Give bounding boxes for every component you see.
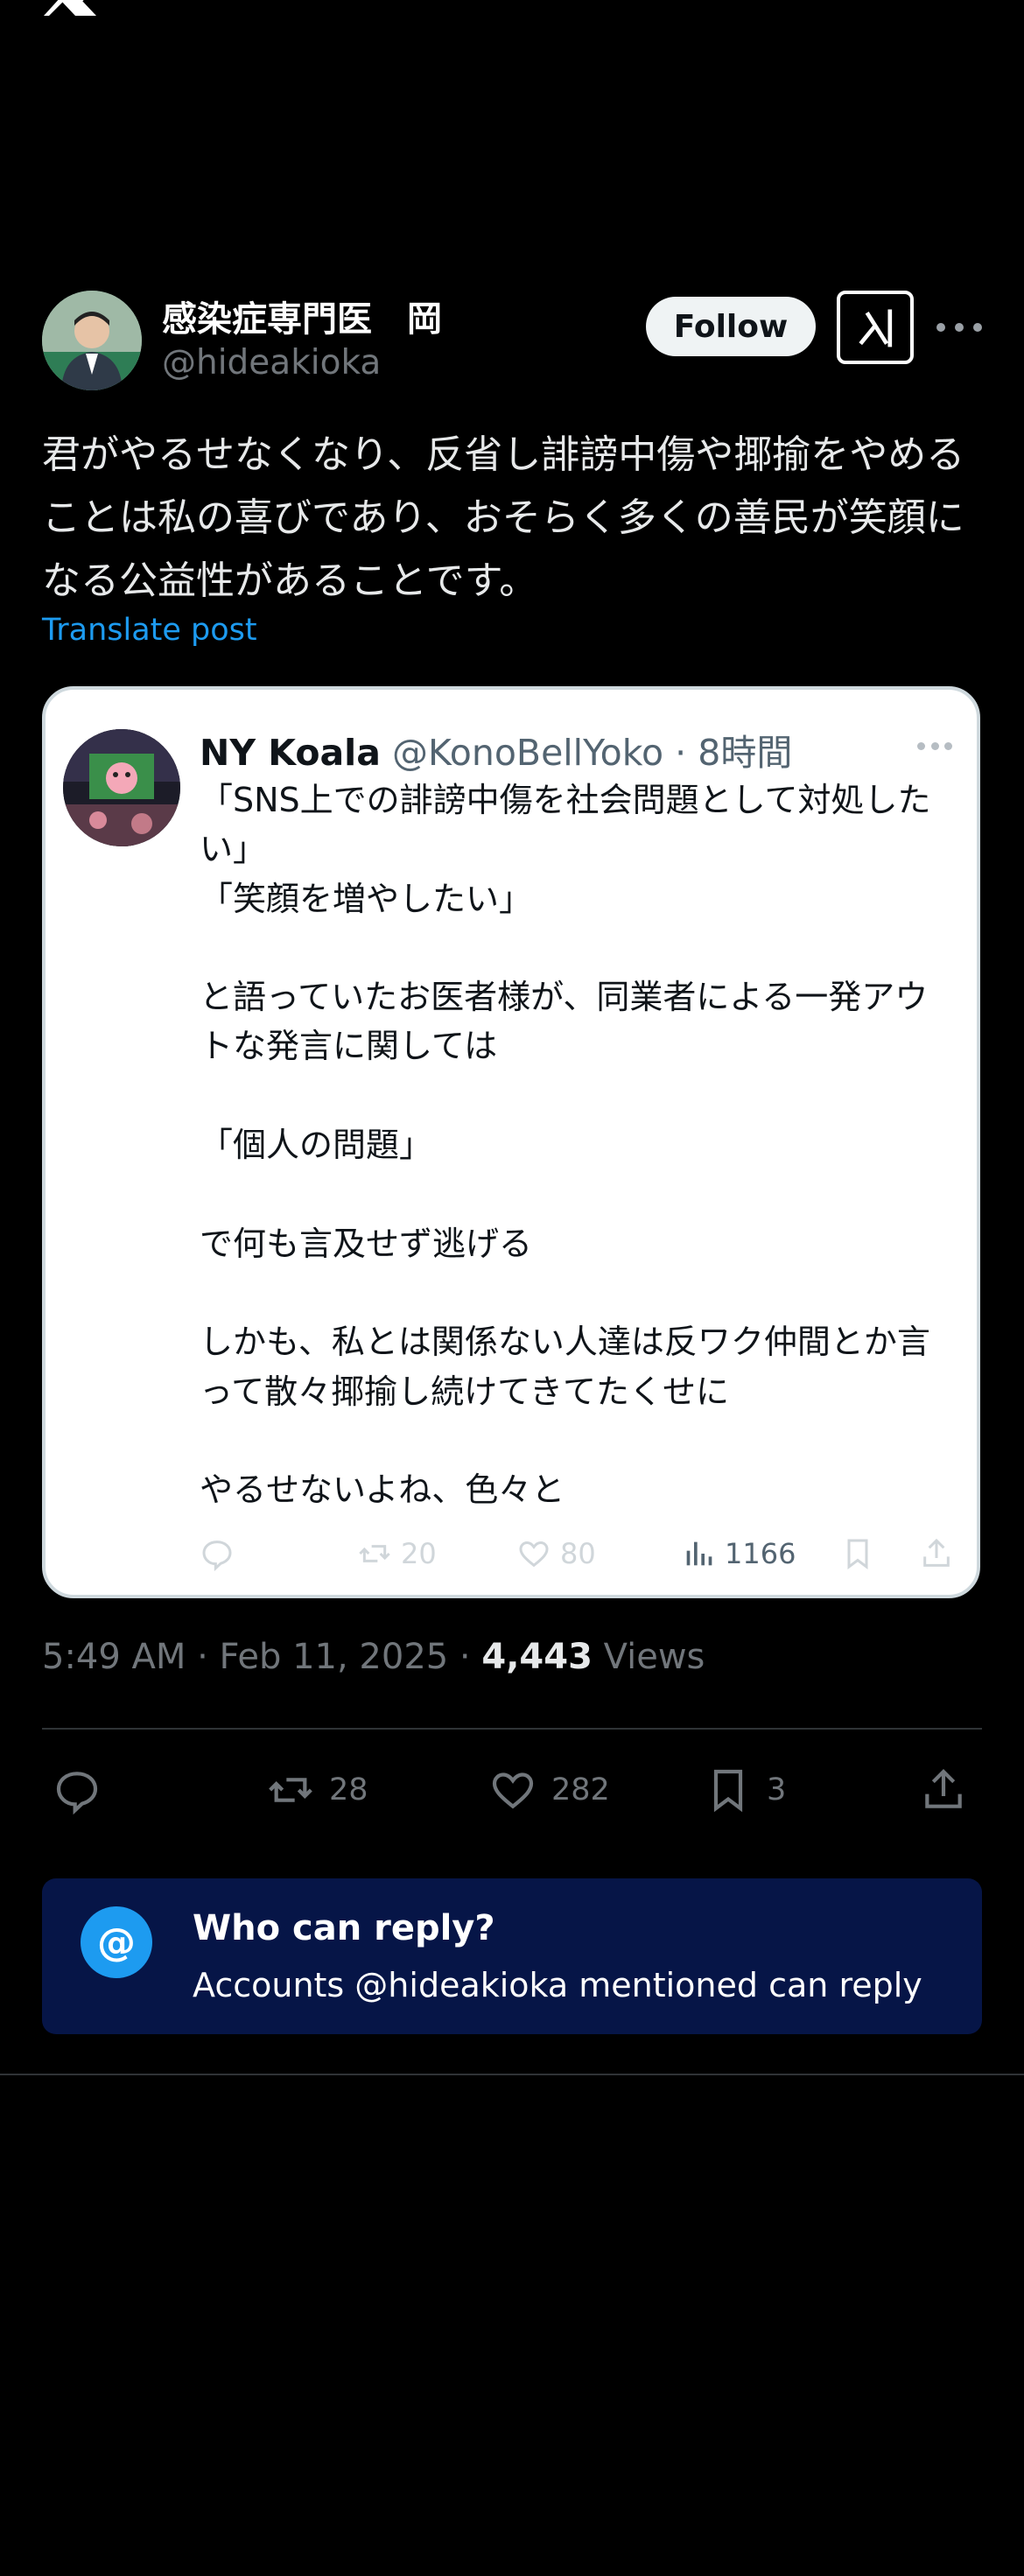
- author-avatar[interactable]: [42, 291, 142, 390]
- quoted-like-count: 80: [560, 1537, 596, 1570]
- share-icon: [925, 1769, 962, 1808]
- bookmark-count: 3: [767, 1772, 787, 1807]
- translate-post-link[interactable]: Translate post: [42, 613, 257, 648]
- quoted-retweet-button[interactable]: 20: [357, 1530, 437, 1577]
- reply-button[interactable]: [53, 1759, 116, 1821]
- quoted-views-count: 1166: [725, 1537, 796, 1570]
- at-sign-icon: @: [81, 1906, 152, 1978]
- retweet-icon: [269, 1778, 312, 1802]
- grok-icon[interactable]: [837, 291, 914, 364]
- views-count: 4,443: [481, 1637, 593, 1677]
- reply-icon: [56, 1772, 98, 1814]
- quoted-like-button[interactable]: 80: [516, 1530, 596, 1577]
- tweet-timestamp[interactable]: 5:49 AM · Feb 11, 2025 ·: [42, 1637, 481, 1677]
- retweet-count: 28: [329, 1772, 368, 1807]
- follow-button[interactable]: Follow: [646, 297, 816, 356]
- like-button[interactable]: 282: [488, 1759, 610, 1821]
- quoted-retweet-count: 20: [401, 1537, 437, 1570]
- tweet-meta: 5:49 AM · Feb 11, 2025 · 4,443 Views: [42, 1637, 705, 1677]
- more-horizontal-icon[interactable]: [936, 312, 982, 343]
- bookmark-button[interactable]: 3: [704, 1759, 786, 1821]
- who-can-reply-title: Who can reply?: [193, 1908, 495, 1948]
- views-label: Views: [592, 1637, 705, 1677]
- retweet-button[interactable]: 28: [266, 1759, 368, 1821]
- who-can-reply-subtitle: Accounts @hideakioka mentioned can reply: [193, 1966, 922, 2004]
- quoted-tweet-header: NY Koala @KonoBellYoko · 8時間: [200, 723, 792, 776]
- share-button[interactable]: [919, 1759, 968, 1821]
- quoted-reply-button[interactable]: [200, 1530, 235, 1577]
- quoted-views-button[interactable]: 1166: [681, 1530, 796, 1577]
- tweet-text: 君がやるせなくなり、反省し誹謗中傷や揶揄をやめることは私の喜びであり、おそらく多…: [42, 432, 965, 603]
- who-can-reply-box: [42, 1878, 982, 2034]
- quoted-bookmark-button[interactable]: [840, 1530, 875, 1577]
- heart-icon: [519, 1541, 549, 1568]
- bookmark-icon: [713, 1769, 743, 1813]
- header-separator: ·: [675, 732, 687, 774]
- bookmark-icon: [847, 1539, 868, 1569]
- heart-icon: [492, 1772, 534, 1809]
- quoted-author-handle[interactable]: @KonoBellYoko: [392, 732, 663, 774]
- divider: [0, 2074, 1024, 2075]
- share-icon: [923, 1538, 950, 1567]
- quoted-share-button[interactable]: [919, 1530, 954, 1577]
- quoted-author-name[interactable]: NY Koala: [200, 732, 381, 774]
- quoted-tweet-time[interactable]: 8時間: [698, 732, 792, 774]
- author-name[interactable]: 感染症専門医 岡: [162, 291, 442, 341]
- bar-chart-icon: [686, 1541, 712, 1566]
- retweet-icon: [359, 1545, 390, 1562]
- quoted-more-icon[interactable]: [917, 742, 952, 751]
- reply-icon: [202, 1541, 232, 1571]
- quoted-tweet-text: 「SNS上での誹謗中傷を社会問題として対処したい」 「笑顔を増やしたい」 と語っ…: [200, 781, 931, 1510]
- quoted-tweet-actions: 20 80 1166: [200, 1530, 961, 1577]
- divider: [42, 1728, 982, 1730]
- quoted-author-avatar[interactable]: [63, 729, 180, 846]
- like-count: 282: [551, 1772, 610, 1807]
- author-handle[interactable]: @hideakioka: [162, 343, 381, 383]
- x-logo-icon[interactable]: [42, 0, 100, 16]
